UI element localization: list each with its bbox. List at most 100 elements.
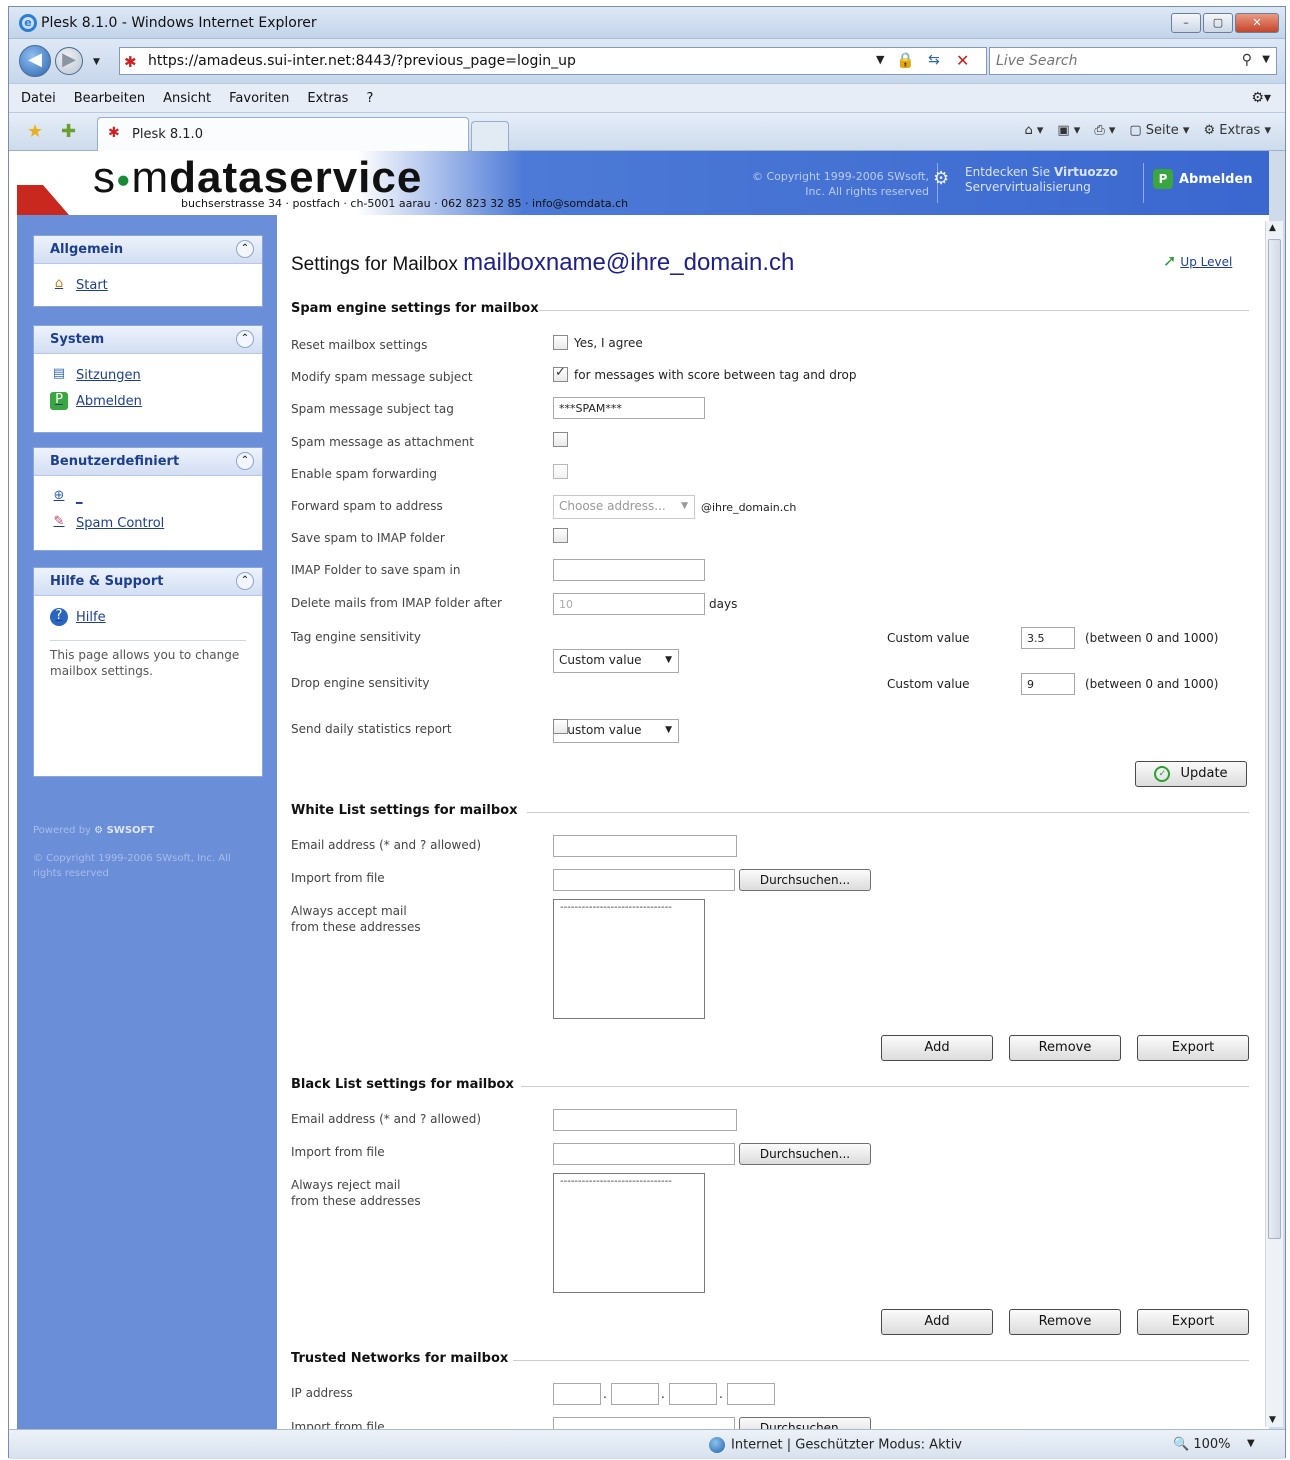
scroll-down-icon[interactable]: ▼ [1269, 1415, 1276, 1425]
refresh-icon[interactable]: ⇆ [928, 52, 940, 68]
reset-checkbox[interactable] [553, 335, 568, 350]
sidebar-item-custom-button[interactable]: ⊕ _ [34, 484, 262, 510]
url-dropdown-icon[interactable]: ▼ [876, 53, 884, 66]
header-logout-button[interactable]: P Abmelden [1153, 169, 1253, 189]
minimize-button[interactable]: – [1171, 13, 1201, 33]
feeds-icon[interactable]: ▣ ▾ [1057, 123, 1080, 138]
tag-sensitivity-label: Tag engine sensitivity [291, 630, 421, 644]
menu-bearbeiten[interactable]: Bearbeiten [74, 91, 145, 106]
menu-ansicht[interactable]: Ansicht [163, 91, 211, 106]
subject-tag-input[interactable] [553, 397, 705, 419]
sidebar-item-start[interactable]: ⌂ Start [34, 272, 262, 298]
scroll-up-icon[interactable]: ▲ [1269, 223, 1276, 233]
blacklist-listbox[interactable]: ------------------------------- [553, 1173, 705, 1293]
whitelist-browse-button[interactable]: Durchsuchen... [739, 869, 871, 891]
blacklist-file-input[interactable] [553, 1143, 735, 1165]
favorites-star-icon[interactable]: ★ [27, 121, 43, 142]
ip-octet-1-input[interactable] [553, 1383, 601, 1405]
tag-sensitivity-select[interactable]: Custom value ▼ [553, 649, 679, 673]
help-title: Hilfe & Support [50, 574, 164, 589]
site-favicon-icon: ✱ [124, 53, 137, 71]
ip-octet-2-input[interactable] [611, 1383, 659, 1405]
zoom-level[interactable]: 🔍 100% [1173, 1437, 1231, 1452]
collapse-icon[interactable]: ⌃ [236, 240, 254, 258]
zoom-dropdown-icon[interactable]: ▼ [1247, 1438, 1255, 1449]
search-icon[interactable]: ⚲ [1242, 52, 1252, 68]
whitelist-export-button[interactable]: Export [1137, 1035, 1249, 1061]
tab-plesk[interactable]: ✱ Plesk 8.1.0 [97, 117, 469, 151]
blacklist-export-button[interactable]: Export [1137, 1309, 1249, 1335]
blacklist-remove-button[interactable]: Remove [1009, 1309, 1121, 1335]
blacklist-add-button[interactable]: Add [881, 1309, 993, 1335]
menu-extras[interactable]: Extras [307, 91, 348, 106]
address-toolbar: ◀ ▶ ▼ ✱ https://amadeus.sui-inter.net:84… [9, 39, 1285, 83]
search-input[interactable] [996, 53, 1226, 69]
add-favorite-icon[interactable]: ✚ [61, 121, 76, 142]
ip-octet-3-input[interactable] [669, 1383, 717, 1405]
maximize-button[interactable]: ▢ [1203, 13, 1233, 33]
save-imap-checkbox[interactable] [553, 528, 568, 543]
enable-forwarding-control [553, 464, 568, 479]
sidebar-box-title: Hilfe & Support ⌃ [34, 568, 262, 596]
print-icon[interactable]: ⎙ ▾ [1094, 123, 1115, 138]
site-logo: s●mdataservice [93, 153, 422, 203]
enable-forwarding-checkbox[interactable] [553, 464, 568, 479]
sidebar-item-sessions[interactable]: ▤ Sitzungen [34, 362, 262, 388]
sidebar-item-spam-control[interactable]: ✎ Spam Control [34, 510, 262, 536]
page-menu[interactable]: ▢ Seite ▾ [1129, 123, 1189, 138]
update-button[interactable]: ✓ Update [1135, 761, 1247, 787]
trusted-browse-button[interactable]: Durchsuchen... [739, 1417, 871, 1429]
up-level-link[interactable]: ➚ Up Level [1163, 251, 1232, 270]
whitelist-listbox[interactable]: ------------------------------- [553, 899, 705, 1019]
search-box[interactable]: ⚲ ▼ [989, 47, 1277, 75]
lock-icon[interactable]: 🔒 [896, 51, 915, 69]
trusted-file-input[interactable] [553, 1417, 735, 1429]
home-icon[interactable]: ⌂ ▾ [1024, 123, 1043, 138]
collapse-icon[interactable]: ⌃ [236, 330, 254, 348]
forward-button[interactable]: ▶ [55, 47, 83, 75]
forward-address-select[interactable]: Choose address... ▼ [553, 495, 695, 519]
scrollbar-thumb[interactable] [1268, 239, 1281, 1239]
menu-favoriten[interactable]: Favoriten [229, 91, 289, 106]
close-window-button[interactable]: ✕ [1235, 13, 1279, 33]
daily-report-checkbox[interactable] [553, 719, 568, 734]
history-dropdown-icon[interactable]: ▼ [93, 57, 100, 67]
page-viewport: s●mdataservice buchserstrasse 34 · postf… [9, 151, 1269, 1429]
section-rule [521, 1086, 1249, 1087]
whitelist-add-button[interactable]: Add [881, 1035, 993, 1061]
translate-icon[interactable]: ⚙▾ [1251, 90, 1271, 106]
stop-icon[interactable]: ✕ [956, 51, 969, 70]
blacklist-browse-button[interactable]: Durchsuchen... [739, 1143, 871, 1165]
sidebar-item-help[interactable]: ? Hilfe [34, 604, 262, 630]
new-tab-button[interactable] [471, 121, 509, 151]
tag-custom-input[interactable] [1021, 627, 1075, 649]
sidebar-item-logout[interactable]: P Abmelden [34, 388, 262, 414]
address-bar[interactable]: ✱ https://amadeus.sui-inter.net:8443/?pr… [119, 47, 987, 75]
save-imap-control [553, 528, 568, 543]
imap-folder-input[interactable] [553, 559, 705, 581]
collapse-icon[interactable]: ⌃ [236, 452, 254, 470]
logo-red-bar [17, 185, 69, 215]
drop-custom-input[interactable] [1021, 673, 1075, 695]
menu-datei[interactable]: Datei [21, 91, 56, 106]
tools-menu[interactable]: ⚙ Extras ▾ [1203, 123, 1271, 138]
modify-subject-checkbox[interactable] [553, 365, 568, 382]
security-zone[interactable]: Internet | Geschützter Modus: Aktiv [709, 1437, 962, 1453]
whitelist-list-item[interactable]: ------------------------------- [560, 902, 672, 913]
whitelist-file-input[interactable] [553, 869, 735, 891]
back-button[interactable]: ◀ [19, 45, 51, 77]
collapse-icon[interactable]: ⌃ [236, 572, 254, 590]
tab-label: Plesk 8.1.0 [132, 127, 203, 142]
blacklist-list-item[interactable]: ------------------------------- [560, 1176, 672, 1187]
vertical-scrollbar[interactable]: ▲ ▼ [1265, 221, 1283, 1427]
blacklist-email-input[interactable] [553, 1109, 737, 1131]
drop-sensitivity-value: Custom value [559, 723, 642, 737]
whitelist-email-input[interactable] [553, 835, 737, 857]
menu-help[interactable]: ? [366, 91, 373, 106]
search-dropdown-icon[interactable]: ▼ [1262, 54, 1270, 65]
drop-sensitivity-select[interactable]: Custom value ▼ [553, 719, 679, 743]
whitelist-remove-button[interactable]: Remove [1009, 1035, 1121, 1061]
ip-octet-4-input[interactable] [727, 1383, 775, 1405]
delete-after-input[interactable] [553, 593, 705, 615]
attachment-checkbox[interactable] [553, 432, 568, 447]
